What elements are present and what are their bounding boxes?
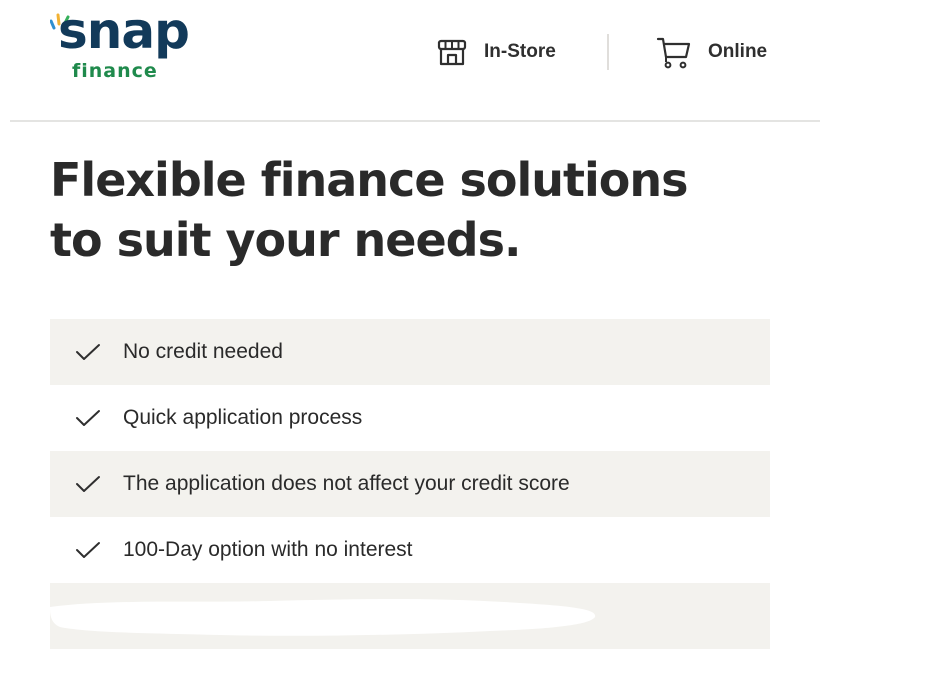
checkmark-icon — [76, 476, 100, 492]
nav-divider — [607, 34, 609, 70]
snap-finance-logo[interactable]: snap finance — [50, 6, 220, 90]
feature-text: The application does not affect your cre… — [123, 472, 570, 495]
feature-item: 100-Day option with no interest — [50, 517, 770, 583]
feature-item: Quick application process — [50, 385, 770, 451]
redaction-mark — [50, 599, 596, 636]
nav-in-store[interactable]: In-Store — [436, 32, 556, 72]
page-title: Flexible finance solutions to suit your … — [50, 150, 750, 270]
nav-in-store-label: In-Store — [484, 41, 556, 62]
checkmark-icon — [76, 542, 100, 558]
page-title-line-2: to suit your needs. — [50, 213, 521, 267]
nav-online-label: Online — [708, 41, 768, 62]
feature-item: No credit needed — [50, 319, 770, 385]
page: snap finance In-Store Online Flexible fi… — [0, 0, 925, 695]
feature-item: The application does not affect your cre… — [50, 451, 770, 517]
checkmark-icon — [76, 344, 100, 360]
feature-text: Quick application process — [123, 406, 363, 429]
redacted-feature-row — [50, 583, 770, 649]
feature-text: 100-Day option with no interest — [123, 538, 413, 561]
storefront-icon — [437, 39, 467, 66]
page-title-line-1: Flexible finance solutions — [50, 153, 689, 207]
shopping-cart-icon — [656, 37, 691, 69]
logo-wordmark: snap — [58, 2, 190, 60]
feature-text: No credit needed — [123, 340, 283, 363]
checkmark-icon — [76, 410, 100, 426]
nav-online[interactable]: Online — [656, 32, 767, 72]
logo-subtitle: finance — [72, 60, 158, 82]
site-header: snap finance In-Store Online — [10, 0, 820, 122]
features-list: No credit needed Quick application proce… — [50, 319, 770, 583]
